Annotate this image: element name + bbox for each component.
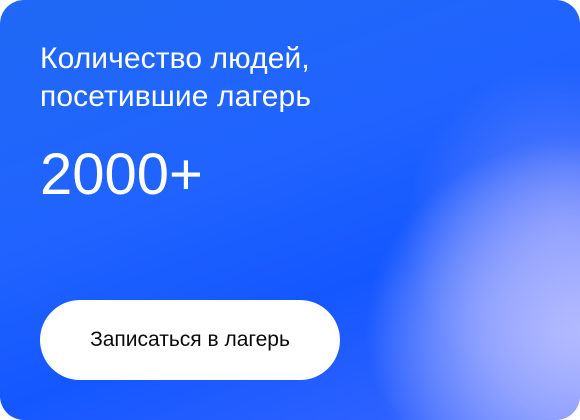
- signup-camp-button-label: Записаться в лагерь: [90, 328, 290, 351]
- card-title: Количество людей, посетившие лагерь: [40, 40, 460, 116]
- card-title-line-2: посетившие лагерь: [40, 80, 312, 113]
- stats-card: Количество людей, посетившие лагерь 2000…: [0, 0, 580, 420]
- card-title-line-1: Количество людей,: [40, 42, 310, 75]
- visitor-count: 2000+: [40, 142, 203, 207]
- signup-camp-button[interactable]: Записаться в лагерь: [40, 300, 340, 380]
